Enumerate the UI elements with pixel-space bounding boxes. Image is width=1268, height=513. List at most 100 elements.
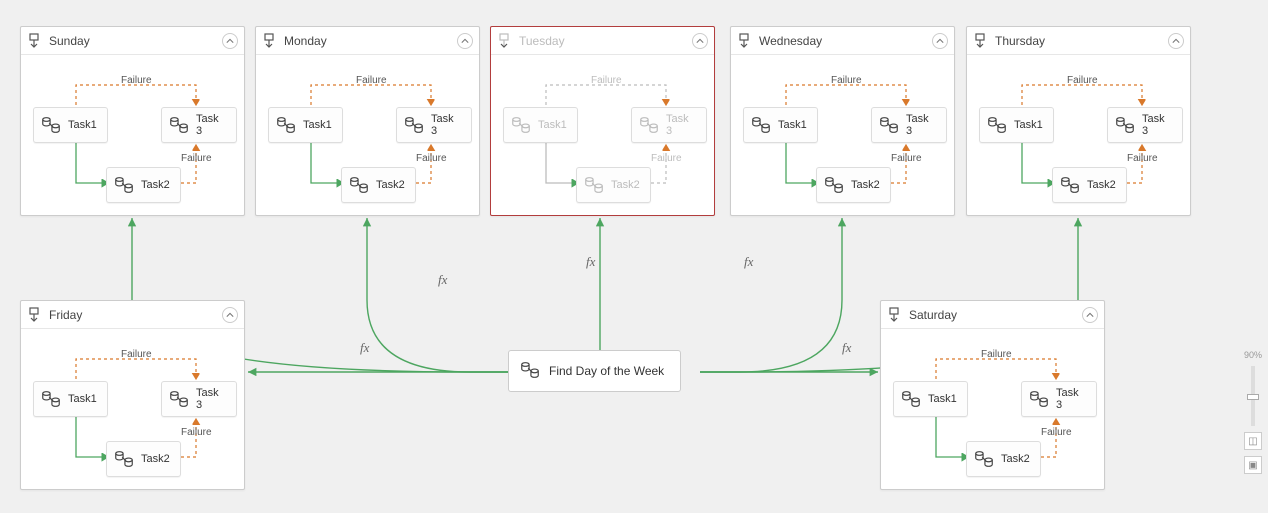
failure-label-mid: Failure (651, 153, 682, 164)
task3[interactable]: Task 3 (631, 107, 707, 143)
zoom-slider[interactable] (1251, 366, 1255, 426)
sequence-icon (885, 306, 903, 324)
container-body: Failure Failure Task1 Task 3 Task2 (731, 55, 954, 215)
container-body: Failure Failure Task1 Task 3 Task2 (881, 329, 1104, 489)
task1[interactable]: Task1 (33, 381, 108, 417)
task3[interactable]: Task 3 (1107, 107, 1183, 143)
collapse-icon[interactable] (1168, 33, 1184, 49)
task1[interactable]: Task1 (503, 107, 578, 143)
task2[interactable]: Task2 (341, 167, 416, 203)
zoom-fit-icon[interactable]: ◫ (1244, 432, 1262, 450)
data-flow-icon (510, 114, 532, 136)
data-flow-icon (168, 114, 190, 136)
collapse-icon[interactable] (1082, 307, 1098, 323)
container-title: Sunday (49, 34, 216, 48)
task-label: Task1 (778, 119, 807, 131)
task-label: Task2 (611, 179, 640, 191)
sequence-container-thu[interactable]: Thursday (966, 26, 1191, 216)
container-body: Failure Failure Task1 Task 3 Task2 (21, 329, 244, 489)
task-label: Task2 (141, 179, 170, 191)
collapse-icon[interactable] (932, 33, 948, 49)
fx-label: fx (438, 272, 447, 288)
task2[interactable]: Task2 (816, 167, 891, 203)
zoom-percent: 90% (1244, 350, 1262, 360)
task-label: Task2 (1001, 453, 1030, 465)
sequence-container-tue[interactable]: Tuesday (490, 26, 715, 216)
data-flow-icon (113, 174, 135, 196)
data-flow-icon (519, 359, 541, 384)
failure-label-top: Failure (591, 75, 622, 86)
sequence-icon (971, 32, 989, 50)
task3[interactable]: Task 3 (396, 107, 472, 143)
task-label: Task 3 (1056, 387, 1086, 411)
sequence-container-sat[interactable]: Saturday (880, 300, 1105, 490)
failure-label-mid: Failure (181, 153, 212, 164)
container-title: Monday (284, 34, 451, 48)
data-flow-icon (1028, 388, 1050, 410)
data-flow-icon (403, 114, 425, 136)
zoom-thumb[interactable] (1247, 394, 1259, 400)
collapse-icon[interactable] (692, 33, 708, 49)
central-node-label: Find Day of the Week (549, 364, 664, 378)
task1[interactable]: Task1 (979, 107, 1054, 143)
sequence-container-mon[interactable]: Monday (255, 26, 480, 216)
task2[interactable]: Task2 (106, 167, 181, 203)
fx-label: fx (744, 254, 753, 270)
failure-label-mid: Failure (891, 153, 922, 164)
task-label: Task1 (1014, 119, 1043, 131)
container-header[interactable]: Monday (256, 27, 479, 55)
task2[interactable]: Task2 (966, 441, 1041, 477)
zoom-full-icon[interactable]: ▣ (1244, 456, 1262, 474)
fx-label: fx (842, 340, 851, 356)
data-flow-icon (275, 114, 297, 136)
collapse-icon[interactable] (457, 33, 473, 49)
container-header[interactable]: Friday (21, 301, 244, 329)
failure-label-mid: Failure (1127, 153, 1158, 164)
task-label: Task1 (68, 393, 97, 405)
container-header[interactable]: Tuesday (491, 27, 714, 55)
data-flow-icon (986, 114, 1008, 136)
sequence-container-fri[interactable]: Friday (20, 300, 245, 490)
collapse-icon[interactable] (222, 307, 238, 323)
task-label: Task1 (303, 119, 332, 131)
task1[interactable]: Task1 (743, 107, 818, 143)
task3[interactable]: Task 3 (161, 381, 237, 417)
task3[interactable]: Task 3 (1021, 381, 1097, 417)
container-header[interactable]: Thursday (967, 27, 1190, 55)
failure-label-top: Failure (831, 75, 862, 86)
container-header[interactable]: Saturday (881, 301, 1104, 329)
task2[interactable]: Task2 (1052, 167, 1127, 203)
task2[interactable]: Task2 (576, 167, 651, 203)
task1[interactable]: Task1 (893, 381, 968, 417)
task3[interactable]: Task 3 (161, 107, 237, 143)
task-label: Task1 (68, 119, 97, 131)
task3[interactable]: Task 3 (871, 107, 947, 143)
task1[interactable]: Task1 (268, 107, 343, 143)
task-label: Task2 (1087, 179, 1116, 191)
sequence-icon (25, 306, 43, 324)
failure-label-top: Failure (121, 349, 152, 360)
failure-label-mid: Failure (1041, 427, 1072, 438)
sequence-container-sun[interactable]: Sunday (20, 26, 245, 216)
container-title: Wednesday (759, 34, 926, 48)
data-flow-icon (40, 114, 62, 136)
task2[interactable]: Task2 (106, 441, 181, 477)
task1[interactable]: Task1 (33, 107, 108, 143)
sequence-icon (735, 32, 753, 50)
failure-label-top: Failure (1067, 75, 1098, 86)
collapse-icon[interactable] (222, 33, 238, 49)
task-label: Task 3 (666, 113, 696, 137)
container-header[interactable]: Sunday (21, 27, 244, 55)
sequence-icon (25, 32, 43, 50)
task-label: Task 3 (196, 113, 226, 137)
find-day-of-week-task[interactable]: Find Day of the Week (508, 350, 681, 392)
sequence-container-wed[interactable]: Wednesday (730, 26, 955, 216)
container-header[interactable]: Wednesday (731, 27, 954, 55)
container-title: Thursday (995, 34, 1162, 48)
failure-label-top: Failure (356, 75, 387, 86)
task-label: Task 3 (196, 387, 226, 411)
container-title: Saturday (909, 308, 1076, 322)
failure-label-top: Failure (981, 349, 1012, 360)
container-body: Failure Failure Task1 Task 3 Task2 (256, 55, 479, 215)
data-flow-icon (1114, 114, 1136, 136)
